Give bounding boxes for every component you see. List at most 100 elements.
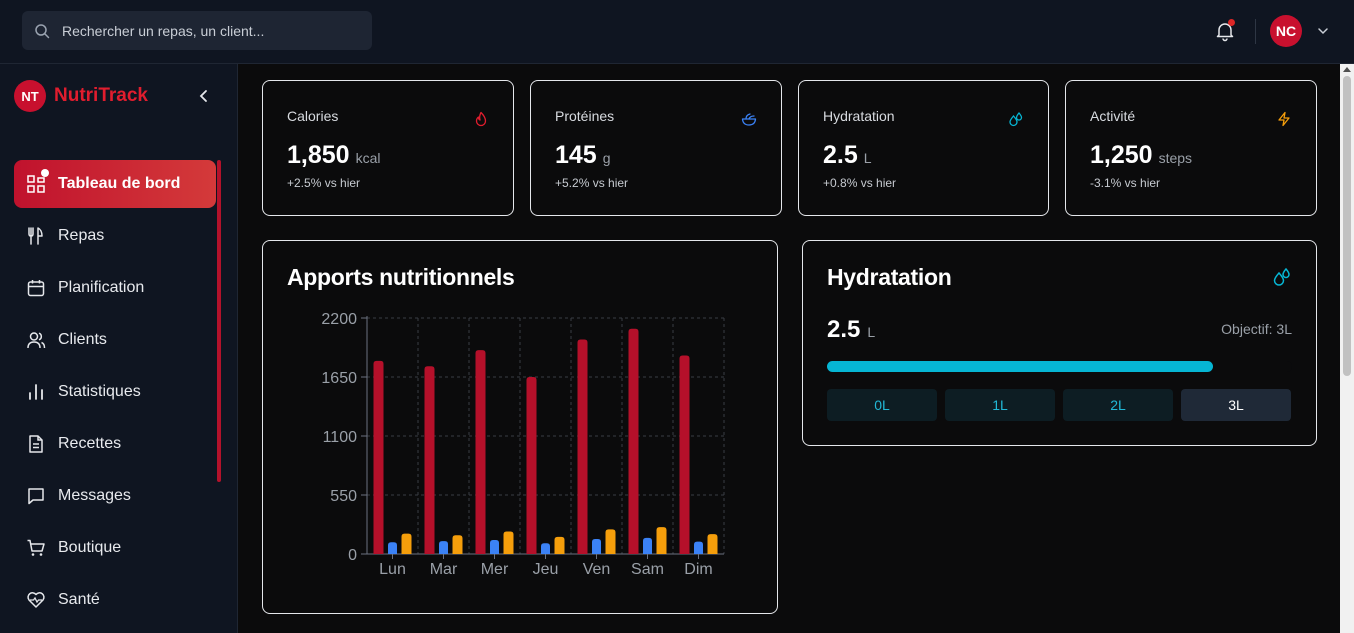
stat-number: 2.5 [823,141,858,169]
stat-title: Calories [287,108,339,124]
hydration-progress [827,361,1292,372]
cart-icon [27,539,45,556]
top-bar: Rechercher un repas, un client... NC [0,0,1354,64]
sidebar-item-label: Clients [58,331,107,348]
hydration-3l-button[interactable]: 3L [1181,389,1291,421]
bar [526,377,537,554]
stat-title: Hydratation [823,108,895,124]
bar [554,536,565,554]
bar [707,534,718,554]
bar [592,538,601,554]
notifications-button[interactable] [1214,19,1236,42]
search-bar[interactable]: Rechercher un repas, un client... [22,11,372,50]
sidebar-item-sante[interactable]: Santé [14,576,216,624]
chevron-down-icon[interactable] [1316,24,1330,38]
main-scrollbar[interactable] [1340,64,1354,633]
bar [452,535,463,554]
divider [1255,19,1256,44]
y-tick-label: 2200 [321,311,357,328]
stat-unit: L [863,150,872,166]
stat-number: 1,250 [1090,141,1153,169]
droplets-icon [1273,267,1290,286]
bar [503,531,514,554]
hydration-value: 2.5 L [827,316,875,344]
sidebar-item-recettes[interactable]: Recettes [14,420,216,468]
hydration-panel: Hydratation 2.5 L Objectif: 3L 0L 1L 2L … [802,240,1317,446]
stat-card-hydratation: Hydratation 2.5 L +0.8% vs hier [798,80,1049,216]
sidebar-scrollbar[interactable] [217,160,221,482]
x-tick-label: Sam [631,561,664,578]
bar [439,541,448,554]
sidebar-item-boutique[interactable]: Boutique [14,524,216,572]
nutrition-panel: Apports nutritionnels 0 550 1100 1650 2200 Lu… [262,240,778,614]
stat-change: +5.2% vs hier [555,176,629,190]
stat-number: 145 [555,141,597,169]
hydration-1l-button[interactable]: 1L [945,389,1055,421]
hydration-number: 2.5 [827,316,861,343]
chevron-left-icon[interactable] [196,88,212,104]
search-input[interactable]: Rechercher un repas, un client... [62,23,264,39]
bar [679,355,690,554]
stat-change: +2.5% vs hier [287,176,361,190]
salad-bowl-icon [741,113,757,126]
sidebar-item-planification[interactable]: Planification [14,264,216,312]
hydration-2l-button[interactable]: 2L [1063,389,1173,421]
brand[interactable]: NT NutriTrack [14,80,148,112]
notification-badge [1228,19,1235,26]
bar-chart-icon [29,384,43,400]
y-tick-label: 1100 [323,429,358,446]
stat-title: Activité [1090,108,1136,124]
heart-pulse-icon [27,592,45,608]
x-tick-label: Dim [684,561,712,578]
stat-card-proteines: Protéines 145 g +5.2% vs hier [530,80,782,216]
stat-unit: g [602,150,611,166]
bar [656,527,667,554]
users-icon [27,332,46,349]
utensils-icon [28,227,43,245]
sidebar-item-dashboard[interactable]: Tableau de bord [14,160,216,208]
hydration-unit: L [867,324,876,340]
bar [694,541,703,554]
bar [373,360,384,554]
scroll-up-arrow[interactable] [1343,67,1351,72]
sidebar-item-repas[interactable]: Repas [14,212,216,260]
flame-icon [475,111,487,127]
active-indicator [41,169,49,177]
droplets-icon [1009,111,1023,127]
bar [401,533,412,554]
sidebar-item-label: Tableau de bord [58,175,181,192]
stat-value: 1,250 steps [1090,141,1192,170]
user-avatar[interactable]: NC [1270,15,1302,47]
bar [628,328,639,554]
sidebar-item-label: Repas [58,227,105,244]
scrollbar-thumb[interactable] [1343,76,1351,376]
sidebar-item-label: Messages [58,487,131,504]
bar [577,339,588,554]
hydration-goal: Objectif: 3L [1221,321,1292,337]
sidebar-item-statistiques[interactable]: Statistiques [14,368,216,416]
stat-number: 1,850 [287,141,350,169]
sidebar-item-messages[interactable]: Messages [14,472,216,520]
y-tick-label: 0 [348,547,357,564]
bar [388,542,397,554]
sidebar-item-clients[interactable]: Clients [14,316,216,364]
hydration-0l-button[interactable]: 0L [827,389,937,421]
brand-name: NutriTrack [54,85,148,106]
stat-change: -3.1% vs hier [1090,176,1161,190]
brand-logo: NT [14,80,46,112]
bar [490,540,499,554]
stat-card-activite: Activité 1,250 steps -3.1% vs hier [1065,80,1317,216]
nutrition-chart: 0 550 1100 1650 2200 Lun Mar Mer Jeu Ven Sam Dim [321,311,725,578]
x-tick-label: Ven [583,561,611,578]
x-tick-label: Mer [481,561,509,578]
stat-title: Protéines [555,108,615,124]
bar [643,537,652,554]
sidebar-item-label: Planification [58,279,145,296]
stat-value: 2.5 L [823,141,872,170]
bar [424,366,435,554]
panel-title: Hydratation [827,264,952,290]
sidebar-item-label: Santé [58,591,100,608]
message-icon [28,488,44,505]
y-tick-label: 1650 [321,370,357,387]
sidebar-item-label: Statistiques [58,383,141,400]
